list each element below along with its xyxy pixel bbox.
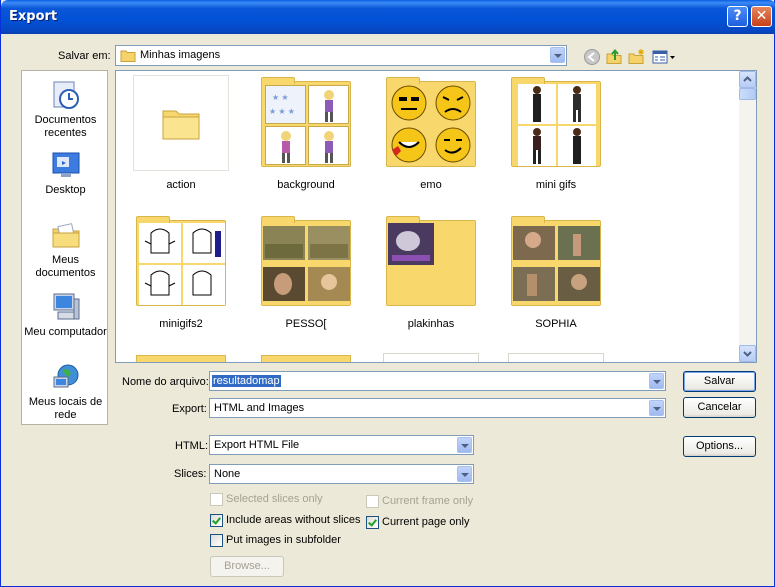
html-label: HTML: <box>175 440 208 452</box>
up-folder-icon[interactable] <box>605 48 623 66</box>
folder-icon <box>120 50 136 62</box>
scroll-up-button[interactable] <box>739 71 756 88</box>
recent-documents-icon <box>53 81 79 109</box>
place-recent-documents[interactable]: Documentos recentes <box>22 79 109 140</box>
slices-value: None <box>214 468 241 480</box>
place-my-documents[interactable]: Meus documentos <box>22 219 109 280</box>
place-label: Documentos recentes <box>34 114 97 139</box>
place-desktop[interactable]: Desktop <box>22 149 109 197</box>
svg-text:★ ★: ★ ★ <box>272 93 289 102</box>
filename-label: Nome do arquivo: <box>122 376 209 388</box>
chevron-down-icon[interactable] <box>649 373 664 389</box>
html-select[interactable]: Export HTML File <box>209 435 474 455</box>
places-bar: Documentos recentes Desktop Meus documen… <box>21 70 108 425</box>
place-network[interactable]: Meus locais de rede <box>22 361 109 422</box>
file-name: background <box>277 179 335 191</box>
view-menu-icon[interactable] <box>652 48 676 66</box>
file-name: emo <box>420 179 442 191</box>
title-bar[interactable]: Export ? ✕ <box>1 0 775 34</box>
export-type-value: HTML and Images <box>214 402 305 414</box>
scroll-thumb[interactable] <box>739 88 756 100</box>
scroll-down-button[interactable] <box>739 345 756 362</box>
save-button[interactable]: Salvar <box>683 371 756 392</box>
file-name: minigifs2 <box>159 318 203 330</box>
options-button[interactable]: Options... <box>683 436 756 457</box>
filename-value[interactable]: resultadomap <box>212 375 281 387</box>
help-button[interactable]: ? <box>727 6 748 27</box>
place-label: Meus locais de rede <box>28 396 103 421</box>
svg-text:★ ★ ★: ★ ★ ★ <box>269 107 295 116</box>
my-computer-icon <box>53 293 79 320</box>
file-name: mini gifs <box>535 179 577 191</box>
browse-button[interactable]: Browse... <box>210 556 284 577</box>
chevron-down-icon <box>743 351 752 357</box>
file-name: SOPHIA <box>535 318 577 330</box>
file-name: plakinhas <box>407 318 455 330</box>
file-name: PESSO[ <box>285 318 327 330</box>
save-in-value: Minhas imagens <box>140 49 221 61</box>
chevron-down-icon[interactable] <box>457 437 472 453</box>
checkbox-label: Selected slices only <box>226 493 323 505</box>
chevron-down-icon[interactable] <box>550 47 565 63</box>
checkbox-label: Current frame only <box>382 495 474 507</box>
html-value: Export HTML File <box>214 439 300 451</box>
network-places-icon <box>53 364 78 388</box>
cancel-button[interactable]: Cancelar <box>683 397 756 418</box>
close-button[interactable]: ✕ <box>751 6 772 27</box>
desktop-icon <box>52 152 79 177</box>
window-title: Export <box>9 9 58 24</box>
place-label: Meus documentos <box>35 254 96 279</box>
save-in-label: Salvar em: <box>58 50 111 62</box>
slices-select[interactable]: None <box>209 464 474 484</box>
file-list[interactable]: action ★ ★ ★ ★ ★ background emo mini gif… <box>115 70 757 363</box>
my-documents-icon <box>52 223 79 248</box>
checkbox-label: Current page only <box>382 516 470 528</box>
export-label: Export: <box>172 403 207 415</box>
checkbox-label: Put images in subfolder <box>226 534 341 546</box>
export-type-select[interactable]: HTML and Images <box>209 398 666 418</box>
chevron-up-icon <box>743 76 752 82</box>
checkbox-label: Include areas without slices <box>226 514 361 526</box>
chevron-down-icon[interactable] <box>457 466 472 482</box>
checkmark-icon <box>368 517 377 527</box>
new-folder-icon[interactable] <box>628 48 646 66</box>
back-icon[interactable] <box>583 48 601 66</box>
place-my-computer[interactable]: Meu computador <box>22 291 109 339</box>
vertical-scrollbar[interactable] <box>739 71 756 362</box>
chevron-down-icon[interactable] <box>649 400 664 416</box>
export-dialog: Export ? ✕ Salvar em: Minhas imagens Doc… <box>0 0 775 587</box>
folder-icon <box>162 110 200 140</box>
filename-input[interactable]: resultadomap <box>209 371 666 391</box>
place-label: Desktop <box>45 184 86 196</box>
slices-label: Slices: <box>174 468 207 480</box>
place-label: Meu computador <box>24 326 107 338</box>
file-name: action <box>166 179 196 191</box>
save-in-combo[interactable]: Minhas imagens <box>115 45 567 66</box>
checkmark-icon <box>212 515 221 525</box>
